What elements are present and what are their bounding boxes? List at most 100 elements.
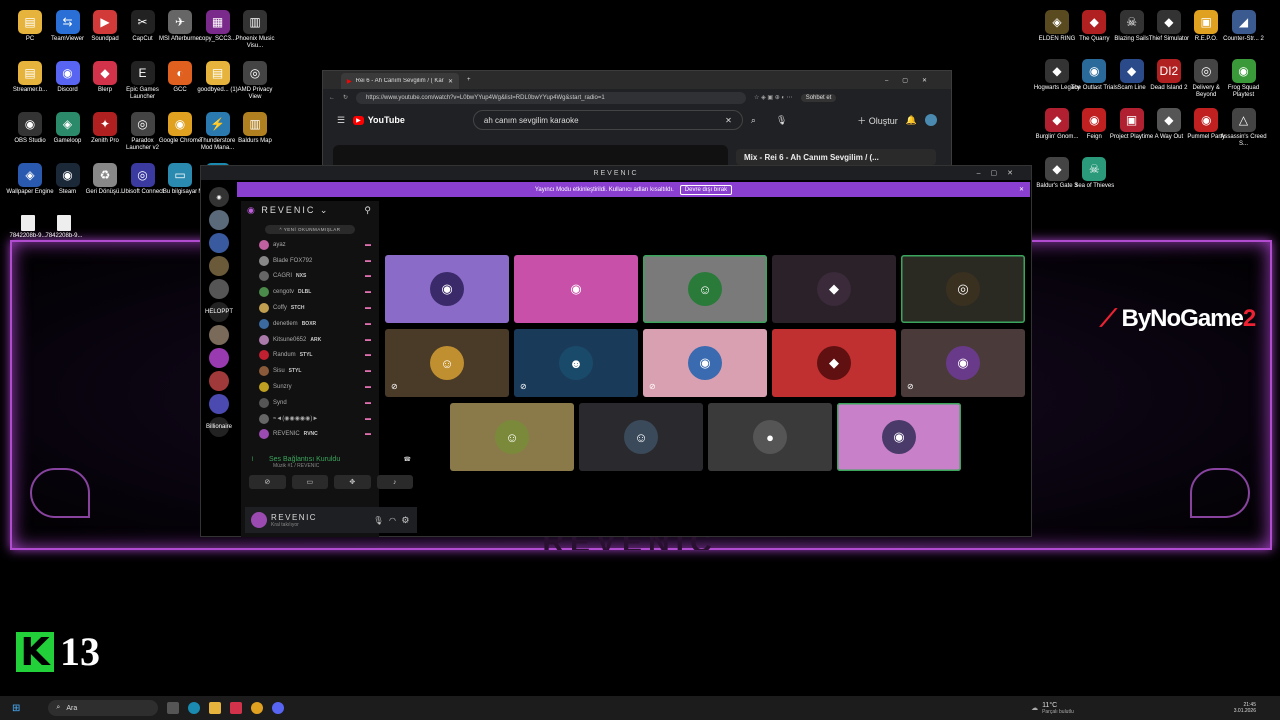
back-icon[interactable]: ← bbox=[329, 95, 335, 101]
video-tile[interactable]: ◎ bbox=[901, 255, 1025, 323]
clock[interactable]: 21:45 3.01.2026 bbox=[1234, 702, 1256, 714]
avatar[interactable] bbox=[251, 512, 267, 528]
voice-member[interactable]: Kitsune0652 ARK ▬ bbox=[241, 332, 379, 348]
video-tile[interactable]: ☺ ⊘ bbox=[385, 329, 509, 397]
window-controls[interactable]: –▢✕ bbox=[885, 77, 941, 84]
soundboard-button[interactable]: ♪ bbox=[376, 475, 413, 489]
voice-member[interactable]: Sunzry ▬ bbox=[241, 379, 379, 395]
voice-member[interactable]: REVENIC RVNC ▬ bbox=[241, 427, 379, 443]
window-controls[interactable]: –▢✕ bbox=[977, 169, 1023, 177]
discord-window: REVENIC –▢✕ Yayıncı Modu etkinleştirildi… bbox=[200, 165, 1032, 537]
bell-icon[interactable]: 🔔 bbox=[906, 115, 917, 126]
close-banner-icon[interactable]: ✕ bbox=[1019, 186, 1024, 193]
youtube-logo-icon[interactable]: ▶ bbox=[353, 115, 364, 125]
voice-member[interactable]: denetlem BOXR ▬ bbox=[241, 316, 379, 332]
server-icon[interactable] bbox=[209, 348, 229, 368]
voice-member[interactable]: ayaz ▬ bbox=[241, 237, 379, 253]
video-tile[interactable]: ◉ bbox=[514, 255, 638, 323]
voice-member[interactable]: ≈◄(◉◉◉◉◉)► ▬ bbox=[241, 411, 379, 427]
desktop-icon[interactable]: ◉ Frog Squad Playtest bbox=[1220, 59, 1268, 99]
browser-tab[interactable]: ▶ Rei 6 - Ah Canım Sevgilim / ( Kara ✕ bbox=[341, 73, 459, 89]
desktop-icon-label: PC bbox=[25, 36, 35, 42]
mic-icon[interactable]: 🎙 bbox=[776, 115, 787, 126]
discord-icon[interactable] bbox=[272, 702, 285, 714]
blerp-icon[interactable] bbox=[230, 702, 243, 714]
app-icon: ▣ bbox=[1119, 108, 1144, 132]
video-tile[interactable]: ◉ bbox=[385, 255, 509, 323]
voice-member[interactable]: Blade FOX792 ▬ bbox=[241, 253, 379, 269]
video-tile[interactable]: ☻ ⊘ bbox=[514, 329, 638, 397]
muted-icon: ⊘ bbox=[520, 382, 527, 391]
screen-share-button[interactable]: ▭ bbox=[291, 475, 328, 489]
camera-button[interactable]: ⊘ bbox=[249, 475, 286, 489]
desktop-icon[interactable]: ▥ Phoenix Music Visu... bbox=[231, 10, 279, 50]
desktop-icon[interactable]: 7842208b-9... bbox=[40, 215, 88, 240]
discord-home-icon[interactable]: ◉ bbox=[209, 187, 229, 207]
voice-member[interactable]: Sisu STYL ▬ bbox=[241, 363, 379, 379]
chrome-icon[interactable] bbox=[251, 702, 264, 714]
video-tile[interactable]: ☺ bbox=[643, 255, 767, 323]
server-icon[interactable] bbox=[209, 394, 229, 414]
new-tab-icon[interactable]: + bbox=[467, 77, 471, 83]
reload-icon[interactable]: ↻ bbox=[343, 94, 348, 101]
mix-playlist-title[interactable]: Mix - Rei 6 - Ah Canım Sevgilim / (... bbox=[736, 149, 936, 165]
desktop-icon[interactable]: ◎ AMD Privacy View bbox=[231, 61, 279, 101]
server-icon[interactable]: Billionaire bbox=[206, 417, 232, 437]
server-icon[interactable] bbox=[209, 371, 229, 391]
video-tile[interactable]: ◉ bbox=[837, 403, 961, 471]
participant-avatar: ☺ bbox=[495, 420, 529, 454]
video-tile[interactable]: ◉ ⊘ bbox=[901, 329, 1025, 397]
chat-button[interactable]: Sohbet et bbox=[800, 93, 837, 102]
extensions-icons[interactable]: ☆ ◈ ▣ ⊕ ◐ ⋯ bbox=[754, 94, 793, 101]
taskbar-search[interactable]: ⌕ Ara bbox=[48, 700, 159, 716]
server-icon[interactable] bbox=[209, 256, 229, 276]
unread-pill[interactable]: ^ YENİ OKUNMAMIŞLAR bbox=[265, 225, 355, 234]
explorer-icon[interactable] bbox=[209, 702, 222, 714]
voice-member[interactable]: Synd ▬ bbox=[241, 395, 379, 411]
start-icon[interactable]: ⊞ bbox=[12, 703, 20, 714]
member-tag: STYL bbox=[299, 352, 313, 359]
weather-widget[interactable]: ☁ 11°C Parçalı bulutlu bbox=[1031, 702, 1074, 715]
task-view-icon[interactable] bbox=[167, 702, 180, 714]
activities-button[interactable]: ✥ bbox=[334, 475, 371, 489]
gear-icon[interactable]: ⚙ bbox=[401, 515, 411, 526]
voice-member[interactable]: Coffy STCH ▬ bbox=[241, 300, 379, 316]
participant-avatar: ☺ bbox=[688, 272, 722, 306]
server-icon[interactable]: HELOPPT bbox=[205, 302, 233, 322]
url-field[interactable]: https://www.youtube.com/watch?v=L0bwYYup… bbox=[356, 91, 747, 104]
desktop-icon[interactable]: ▥ Baldurs Map bbox=[231, 112, 279, 145]
desktop-icon[interactable]: △ Assassin's Creed S... bbox=[1220, 108, 1268, 148]
youtube-search-input[interactable]: ah canım sevgilim karaoke ✕ bbox=[472, 110, 743, 130]
edge-icon[interactable] bbox=[188, 702, 201, 714]
voice-member[interactable]: Randum STYL ▬ bbox=[241, 348, 379, 364]
app-icon: ◎ bbox=[130, 163, 155, 187]
video-tile[interactable]: ◉ ⊘ bbox=[643, 329, 767, 397]
server-icon[interactable] bbox=[209, 233, 229, 253]
server-icon[interactable] bbox=[209, 279, 229, 299]
video-tile[interactable]: ● bbox=[708, 403, 832, 471]
search-icon[interactable]: ⌕ bbox=[751, 115, 756, 126]
voice-member[interactable]: CAGRI NXS ▬ bbox=[241, 269, 379, 285]
desktop-icon[interactable]: ◢ Counter-Str... 2 bbox=[1220, 10, 1268, 43]
member-tag: STCH bbox=[290, 305, 305, 312]
mic-icon[interactable]: 🎙 bbox=[373, 516, 385, 525]
menu-icon[interactable]: ☰ bbox=[337, 115, 345, 126]
server-icon[interactable] bbox=[209, 325, 229, 345]
status-icon: ▬ bbox=[365, 273, 371, 280]
desktop-icon-label: Counter-Str... 2 bbox=[1223, 36, 1264, 42]
server-header[interactable]: ◉ REVENIC ⌄ ⚲ bbox=[241, 201, 379, 219]
headphones-icon[interactable]: ◠ bbox=[389, 516, 397, 525]
voice-member[interactable]: cengotv DLBL ▬ bbox=[241, 284, 379, 300]
desktop-icon[interactable]: ☠ Sea of Thieves bbox=[1070, 157, 1118, 190]
participant-avatar: ◉ bbox=[570, 281, 582, 296]
video-tile[interactable]: ◆ bbox=[772, 329, 896, 397]
video-tile[interactable]: ☺ bbox=[450, 403, 574, 471]
video-tile[interactable]: ☺ bbox=[579, 403, 703, 471]
avatar[interactable] bbox=[925, 114, 937, 126]
create-button[interactable]: ＋ Oluştur bbox=[857, 114, 898, 127]
disable-streamer-mode-button[interactable]: Devre dışı bırak bbox=[679, 184, 733, 195]
server-icon[interactable] bbox=[209, 210, 229, 230]
app-icon: △ bbox=[1231, 108, 1256, 132]
close-tab-icon[interactable]: ✕ bbox=[448, 78, 453, 85]
video-tile[interactable]: ◆ bbox=[772, 255, 896, 323]
